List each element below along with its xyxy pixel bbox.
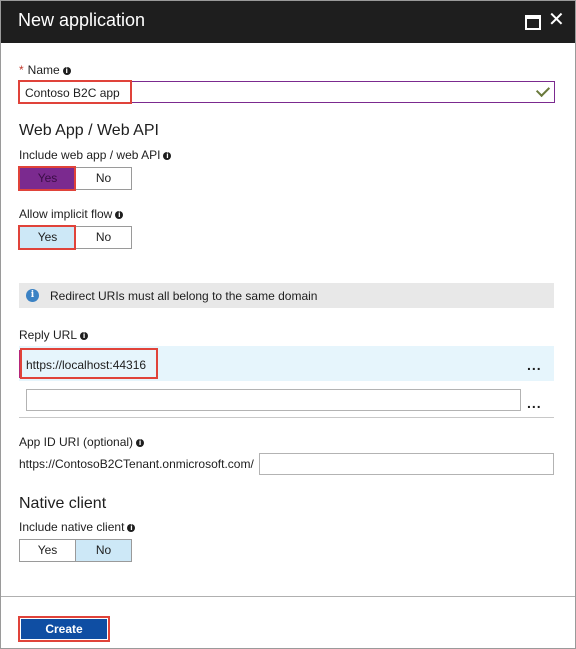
name-value: Contoso B2C app <box>25 86 120 100</box>
info-icon[interactable]: i <box>163 152 172 160</box>
more-options-icon[interactable]: ... <box>527 357 542 373</box>
native-client-no[interactable]: No <box>75 540 131 561</box>
info-icon[interactable]: i <box>136 439 145 447</box>
close-icon[interactable]: ✕ <box>548 10 565 30</box>
footer-divider <box>1 596 575 597</box>
reply-url-label: Reply URL i <box>19 328 89 342</box>
include-web-app-no[interactable]: No <box>75 168 131 189</box>
reply-url-input-empty[interactable] <box>26 389 521 411</box>
native-client-yes[interactable]: Yes <box>20 540 75 561</box>
notice-text: Redirect URIs must all belong to the sam… <box>50 289 318 303</box>
title-bar: New application ✕ <box>1 1 575 43</box>
reply-url-value[interactable]: https://localhost:44316 <box>26 358 146 372</box>
redirect-notice: i Redirect URIs must all belong to the s… <box>19 283 554 308</box>
native-client-section-title: Native client <box>19 495 107 512</box>
info-icon[interactable]: i <box>115 211 124 219</box>
native-client-toggle: Yes No <box>19 539 132 562</box>
maximize-icon[interactable] <box>525 15 541 30</box>
required-marker: * <box>19 63 24 77</box>
web-app-section-title: Web App / Web API <box>19 122 159 139</box>
info-icon[interactable]: i <box>80 332 89 340</box>
new-application-panel: New application ✕ * Name i Contoso B2C app… <box>0 0 576 649</box>
create-highlight <box>18 616 110 642</box>
include-native-client-label: Include native client i <box>19 520 136 534</box>
implicit-flow-highlight <box>18 225 76 250</box>
more-options-icon[interactable]: ... <box>527 395 542 411</box>
include-web-app-highlight <box>18 166 76 191</box>
app-id-uri-prefix: https://ContosoB2CTenant.onmicrosoft.com… <box>19 457 254 471</box>
divider <box>19 417 554 418</box>
info-icon[interactable]: i <box>127 524 136 532</box>
include-web-app-label: Include web app / web API i <box>19 148 172 162</box>
info-icon[interactable]: i <box>62 67 71 75</box>
implicit-flow-label: Allow implicit flow i <box>19 207 124 221</box>
app-id-uri-input[interactable] <box>259 453 554 475</box>
name-label: * Name i <box>19 63 71 77</box>
app-id-uri-label: App ID URI (optional) i <box>19 435 145 449</box>
info-icon: i <box>26 289 39 302</box>
window-title: New application <box>18 10 146 30</box>
implicit-flow-no[interactable]: No <box>75 227 131 248</box>
